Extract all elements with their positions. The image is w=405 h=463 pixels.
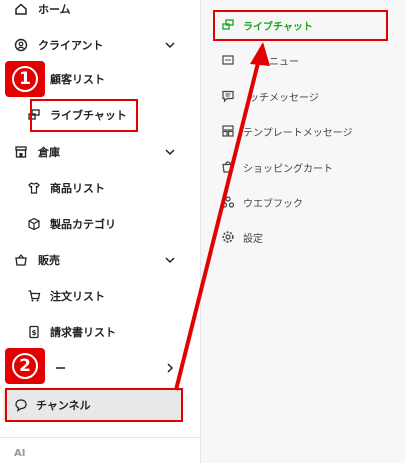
arrow-overlay (174, 42, 270, 391)
annotation-arrow-line (174, 54, 262, 391)
annotation-arrow-head (250, 42, 270, 66)
